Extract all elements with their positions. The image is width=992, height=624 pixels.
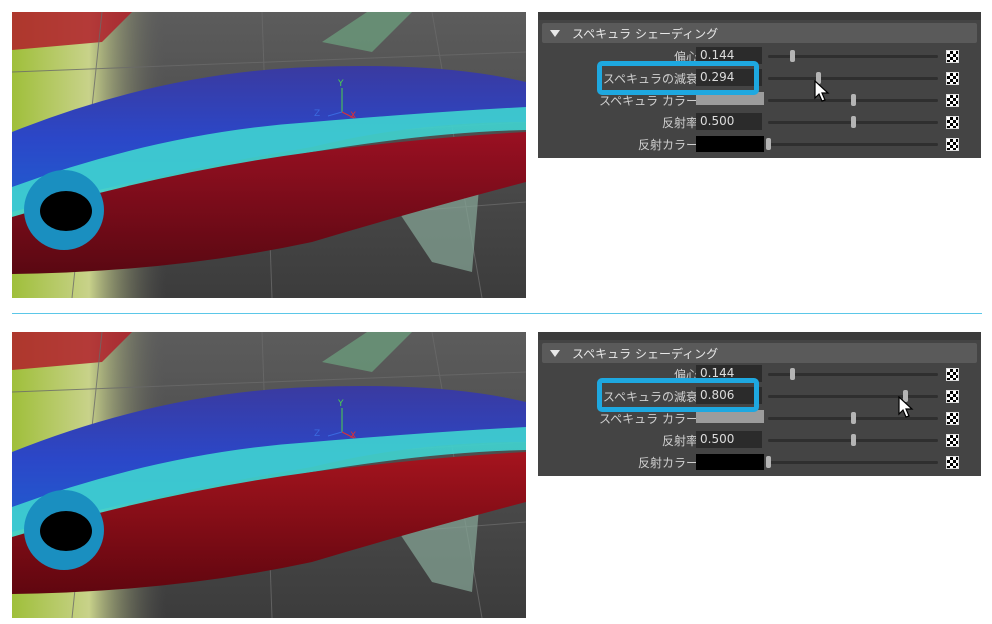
reflectivity-field[interactable]: 0.500	[696, 431, 762, 448]
reflectivity-slider-handle[interactable]	[851, 434, 856, 446]
mouse-pointer-icon	[814, 80, 830, 102]
axis-y-label: Y	[337, 79, 344, 89]
reflected-color-swatch[interactable]	[696, 136, 764, 152]
section-title: スペキュラ シェーディング	[572, 26, 719, 41]
reflectivity-field[interactable]: 0.500	[696, 113, 762, 130]
reflected-color-slider-handle[interactable]	[766, 456, 771, 468]
fish-render-bottom: Y X Z	[12, 332, 526, 618]
axis-y-label: Y	[337, 399, 344, 409]
axis-x-label: X	[350, 111, 356, 121]
row-reflectivity: 反射率 0.500	[538, 112, 981, 132]
section-header-specular-shading[interactable]: スペキュラ シェーディング	[542, 23, 977, 43]
collapse-triangle-icon[interactable]	[550, 349, 560, 357]
row-reflected-color: 反射カラー	[538, 452, 981, 472]
viewport-bottom: Y X Z	[12, 332, 526, 618]
specular-rolloff-slider-track[interactable]	[768, 77, 938, 80]
reflected-color-slider-track[interactable]	[768, 143, 938, 146]
attribute-panel-top: スペキュラ シェーディング 偏心 0.144 スペキュラの減衰 0.294 スペ…	[538, 12, 981, 158]
axis-x-label: X	[350, 431, 356, 441]
map-checker-icon[interactable]	[946, 72, 959, 85]
reflected-color-slider-handle[interactable]	[766, 138, 771, 150]
map-checker-icon[interactable]	[946, 116, 959, 129]
reflectivity-slider-handle[interactable]	[851, 116, 856, 128]
map-checker-icon[interactable]	[946, 50, 959, 63]
panel-top-strip	[538, 332, 981, 340]
axis-z-label: Z	[314, 429, 320, 439]
specular-color-slider-handle[interactable]	[851, 412, 856, 424]
panel-top-strip	[538, 12, 981, 20]
row-reflectivity: 反射率 0.500	[538, 430, 981, 450]
row-label: 反射カラー	[637, 456, 698, 470]
map-checker-icon[interactable]	[946, 368, 959, 381]
fish-render-top: Y X Z	[12, 12, 526, 298]
row-reflected-color: 反射カラー	[538, 134, 981, 154]
specular-color-slider-handle[interactable]	[851, 94, 856, 106]
reflected-color-slider-track[interactable]	[768, 461, 938, 464]
map-checker-icon[interactable]	[946, 412, 959, 425]
row-label: 反射カラー	[637, 138, 698, 152]
map-checker-icon[interactable]	[946, 434, 959, 447]
section-header-specular-shading[interactable]: スペキュラ シェーディング	[542, 343, 977, 363]
viewport-top: Y X Z	[12, 12, 526, 298]
divider-line	[12, 313, 982, 314]
axis-z-label: Z	[314, 109, 320, 119]
attribute-panel-bottom: スペキュラ シェーディング 偏心 0.144 スペキュラの減衰 0.806 スペ…	[538, 332, 981, 476]
row-label: スペキュラ カラー	[599, 412, 698, 426]
map-checker-icon[interactable]	[946, 138, 959, 151]
row-label: 反射率	[661, 434, 698, 448]
section-title: スペキュラ シェーディング	[572, 346, 719, 361]
eccentricity-slider-handle[interactable]	[790, 50, 796, 62]
mouse-pointer-icon	[898, 396, 914, 418]
map-checker-icon[interactable]	[946, 94, 959, 107]
reflected-color-swatch[interactable]	[696, 454, 764, 470]
row-label: 反射率	[661, 116, 698, 130]
collapse-triangle-icon[interactable]	[550, 29, 560, 37]
highlight-box	[597, 61, 759, 95]
map-checker-icon[interactable]	[946, 456, 959, 469]
map-checker-icon[interactable]	[946, 390, 959, 403]
highlight-box	[597, 378, 759, 412]
eccentricity-slider-handle[interactable]	[790, 368, 796, 380]
